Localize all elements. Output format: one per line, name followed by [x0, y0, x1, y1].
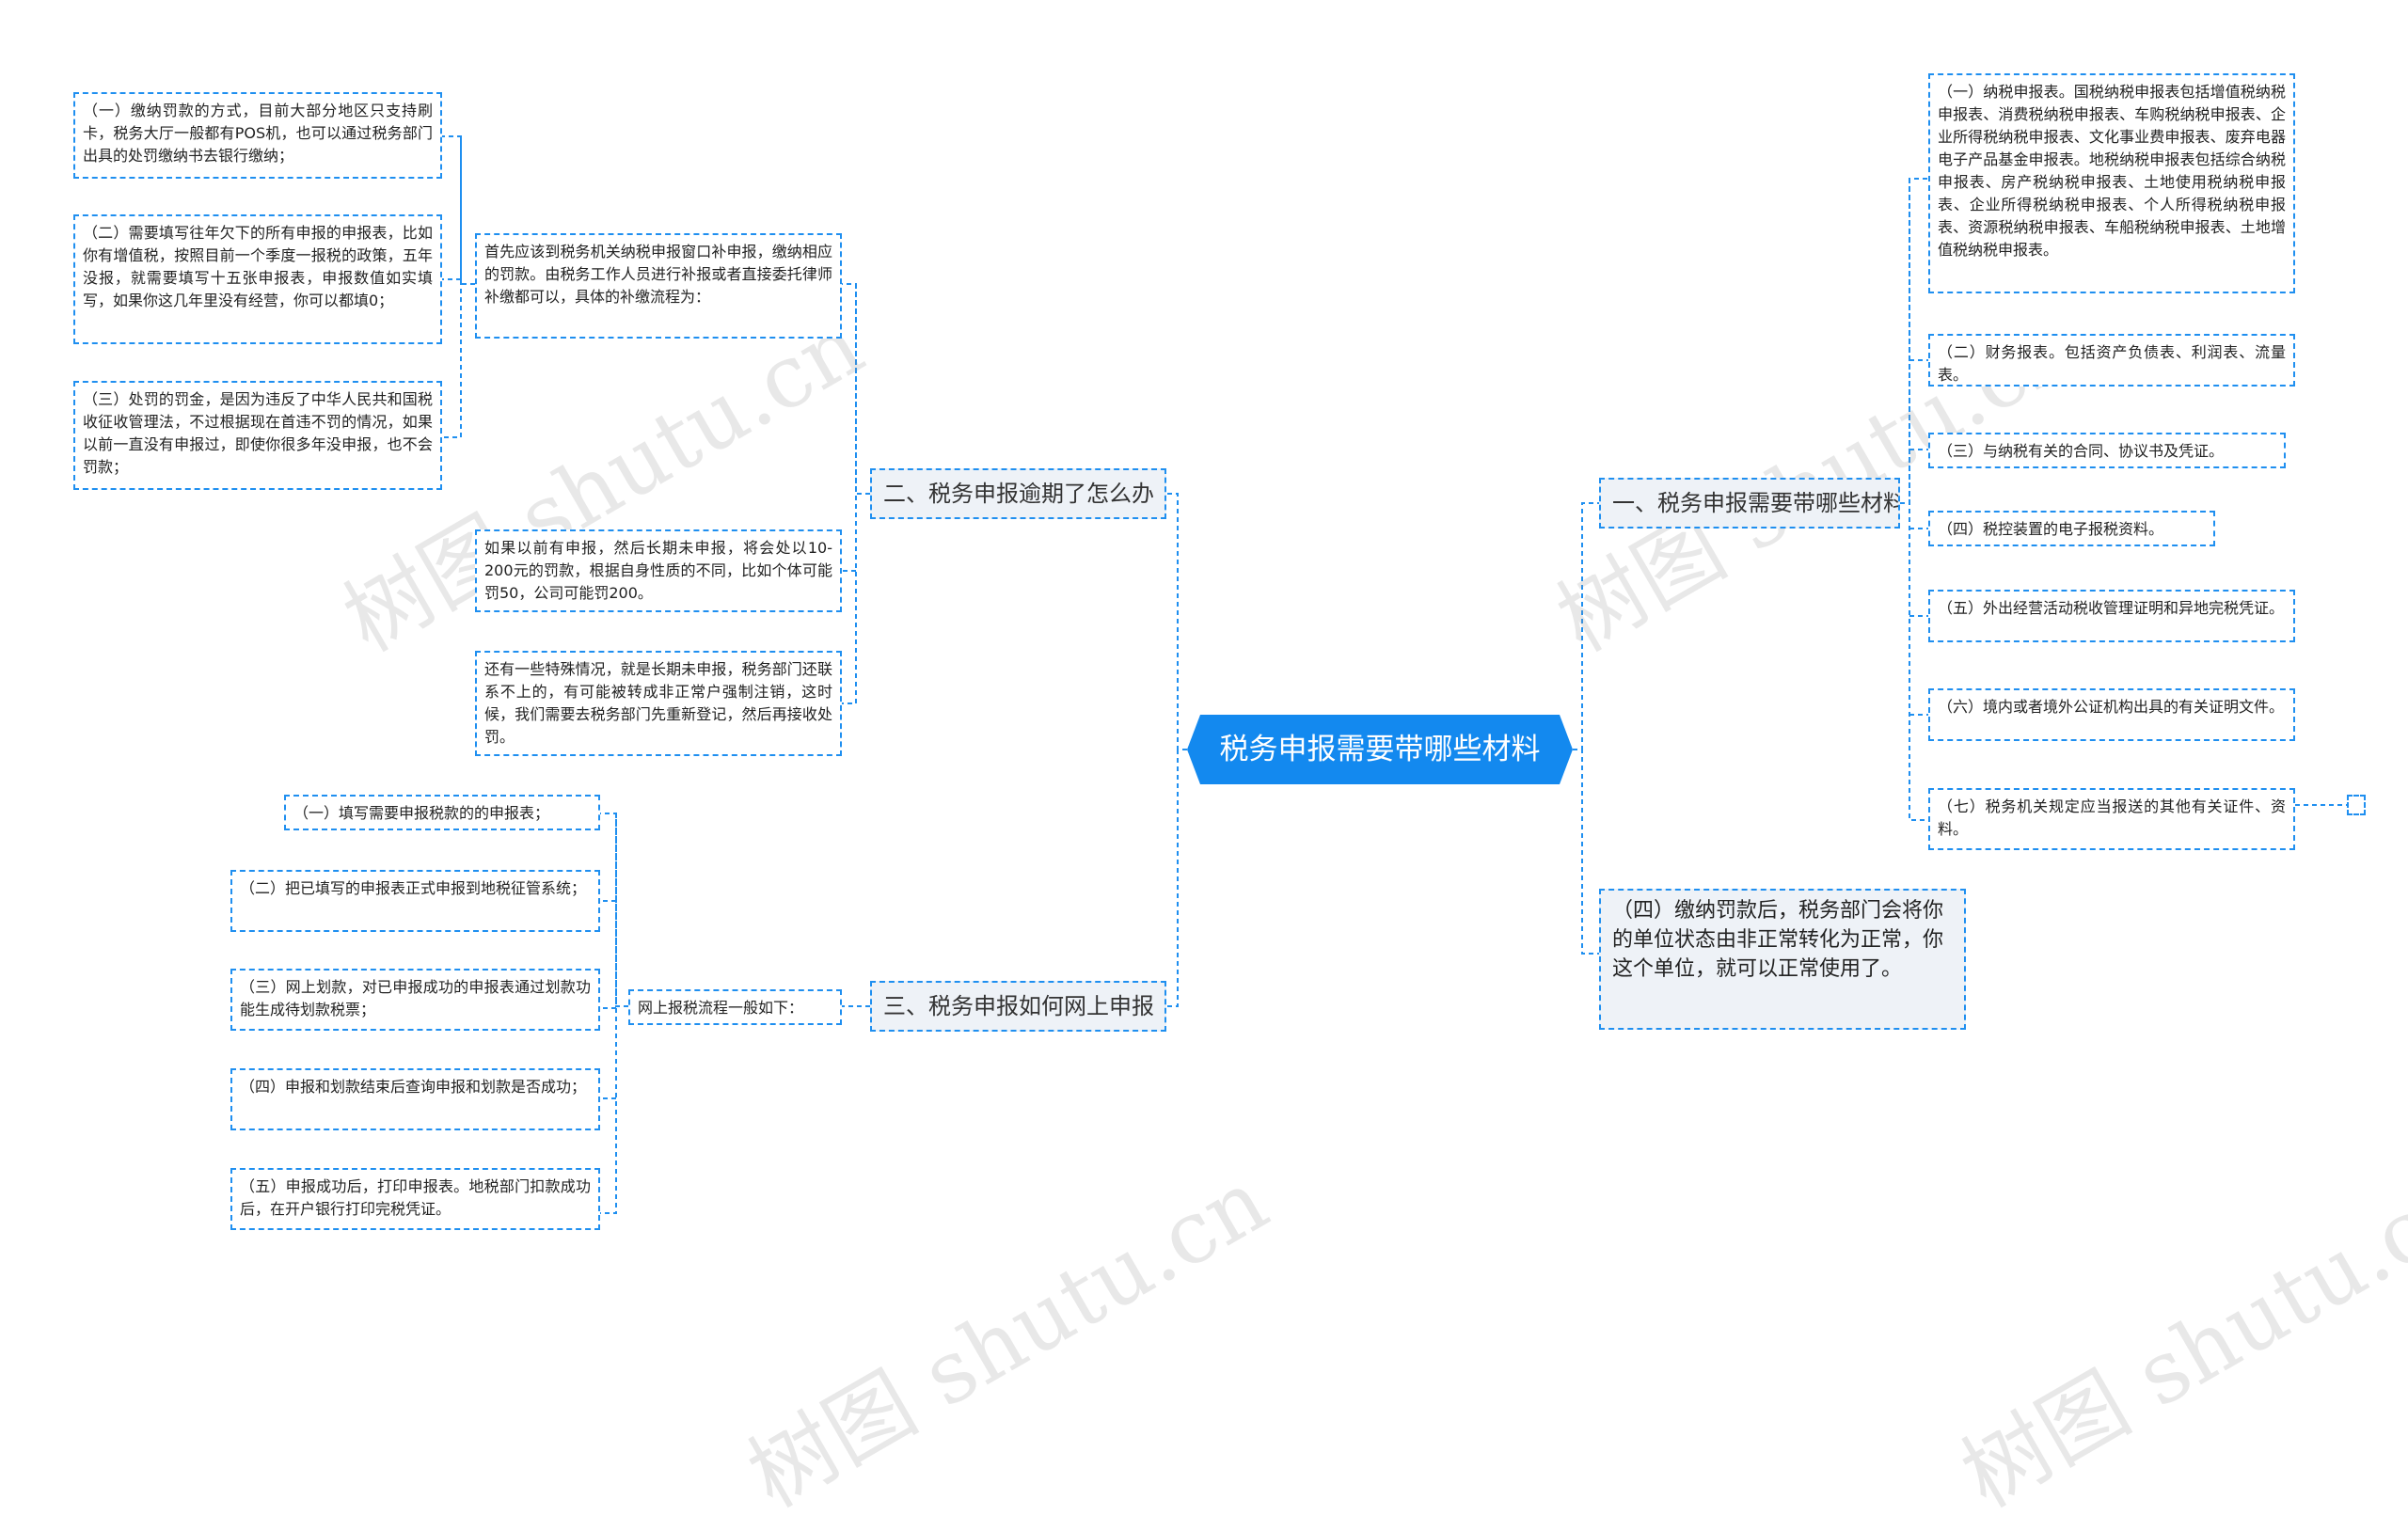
connector: [442, 136, 462, 438]
branch-status-restored[interactable]: （四）缴纳罚款后，税务部门会将你的单位状态由非正常转化为正常，你这个单位，就可以…: [1599, 889, 1966, 1030]
connector: [600, 813, 628, 1007]
connector: [600, 813, 617, 1214]
connector: [1573, 502, 1599, 750]
connector: [1909, 179, 1928, 821]
root-topic[interactable]: 税务申报需要带哪些材料: [1187, 715, 1573, 784]
leaf-step-transfer[interactable]: （三）网上划款，对已申报成功的申报表通过划款功能生成待划款税票；: [230, 969, 600, 1031]
branch-online-filing[interactable]: 三、税务申报如何网上申报: [870, 981, 1166, 1032]
connector: [1166, 493, 1187, 750]
leaf-overdue-intro[interactable]: 首先应该到税务机关纳税申报窗口补申报，缴纳相应的罚款。由税务工作人员进行补报或者…: [475, 233, 842, 339]
leaf-fine-payment-method[interactable]: （一）缴纳罚款的方式，目前大部分地区只支持刷卡，税务大厅一般都有POS机，也可以…: [73, 92, 442, 179]
leaf-overdue-fine-range[interactable]: 如果以前有申报，然后长期未申报，将会处以10-200元的罚款，根据自身性质的不同…: [475, 529, 842, 612]
leaf-fill-past-returns[interactable]: （二）需要填写往年欠下的所有申报的申报表，比如你有增值税，按照目前一个季度一报税…: [73, 214, 442, 344]
leaf-financial-statements[interactable]: （二）财务报表。包括资产负债表、利润表、流量表。: [1928, 334, 2295, 387]
leaf-step-query[interactable]: （四）申报和划款结束后查询申报和划款是否成功；: [230, 1068, 600, 1130]
leaf-tax-control-data[interactable]: （四）税控装置的电子报税资料。: [1928, 511, 2215, 546]
leaf-other-documents[interactable]: （七）税务机关规定应当报送的其他有关证件、资料。: [1928, 788, 2295, 850]
leaf-outbound-certificate[interactable]: （五）外出经营活动税收管理证明和异地完税凭证。: [1928, 590, 2295, 642]
connector: [842, 284, 857, 704]
leaf-online-flow-intro[interactable]: 网上报税流程一般如下：: [628, 989, 842, 1025]
connector: [442, 135, 475, 285]
leaf-tax-return-forms[interactable]: （一）纳税申报表。国税纳税申报表包括增值税纳税申报表、消费税纳税申报表、车购税纳…: [1928, 73, 2295, 293]
leaf-step-print[interactable]: （五）申报成功后，打印申报表。地税部门扣款成功后，在开户银行打印完税凭证。: [230, 1168, 600, 1230]
leaf-contracts[interactable]: （三）与纳税有关的合同、协议书及凭证。: [1928, 433, 2286, 468]
branch-overdue-filing[interactable]: 二、税务申报逾期了怎么办: [870, 468, 1166, 519]
branch-required-materials[interactable]: 一、税务申报需要带哪些材料: [1599, 478, 1900, 529]
connector: [1573, 749, 1599, 955]
empty-node[interactable]: [2347, 795, 2366, 815]
connector: [1166, 750, 1179, 1007]
mindmap-canvas: 树图 shutu.cn 树图 shutu.cn 树图 shutu.cn 树图 s…: [0, 0, 2408, 1527]
leaf-step-fill-form[interactable]: （一）填写需要申报税款的的申报表；: [284, 795, 600, 830]
connector: [1900, 178, 1928, 504]
leaf-notary-documents[interactable]: （六）境内或者境外公证机构出具的有关证明文件。: [1928, 688, 2295, 741]
leaf-abnormal-account[interactable]: 还有一些特殊情况，就是长期未申报，税务部门还联系不上的，有可能被转成非正常户强制…: [475, 651, 842, 756]
leaf-step-submit[interactable]: （二）把已填写的申报表正式申报到地税征管系统；: [230, 870, 600, 932]
leaf-first-offense-no-fine[interactable]: （三）处罚的罚金，是因为违反了中华人民共和国税收征收管理法，不过根据现在首违不罚…: [73, 381, 442, 490]
